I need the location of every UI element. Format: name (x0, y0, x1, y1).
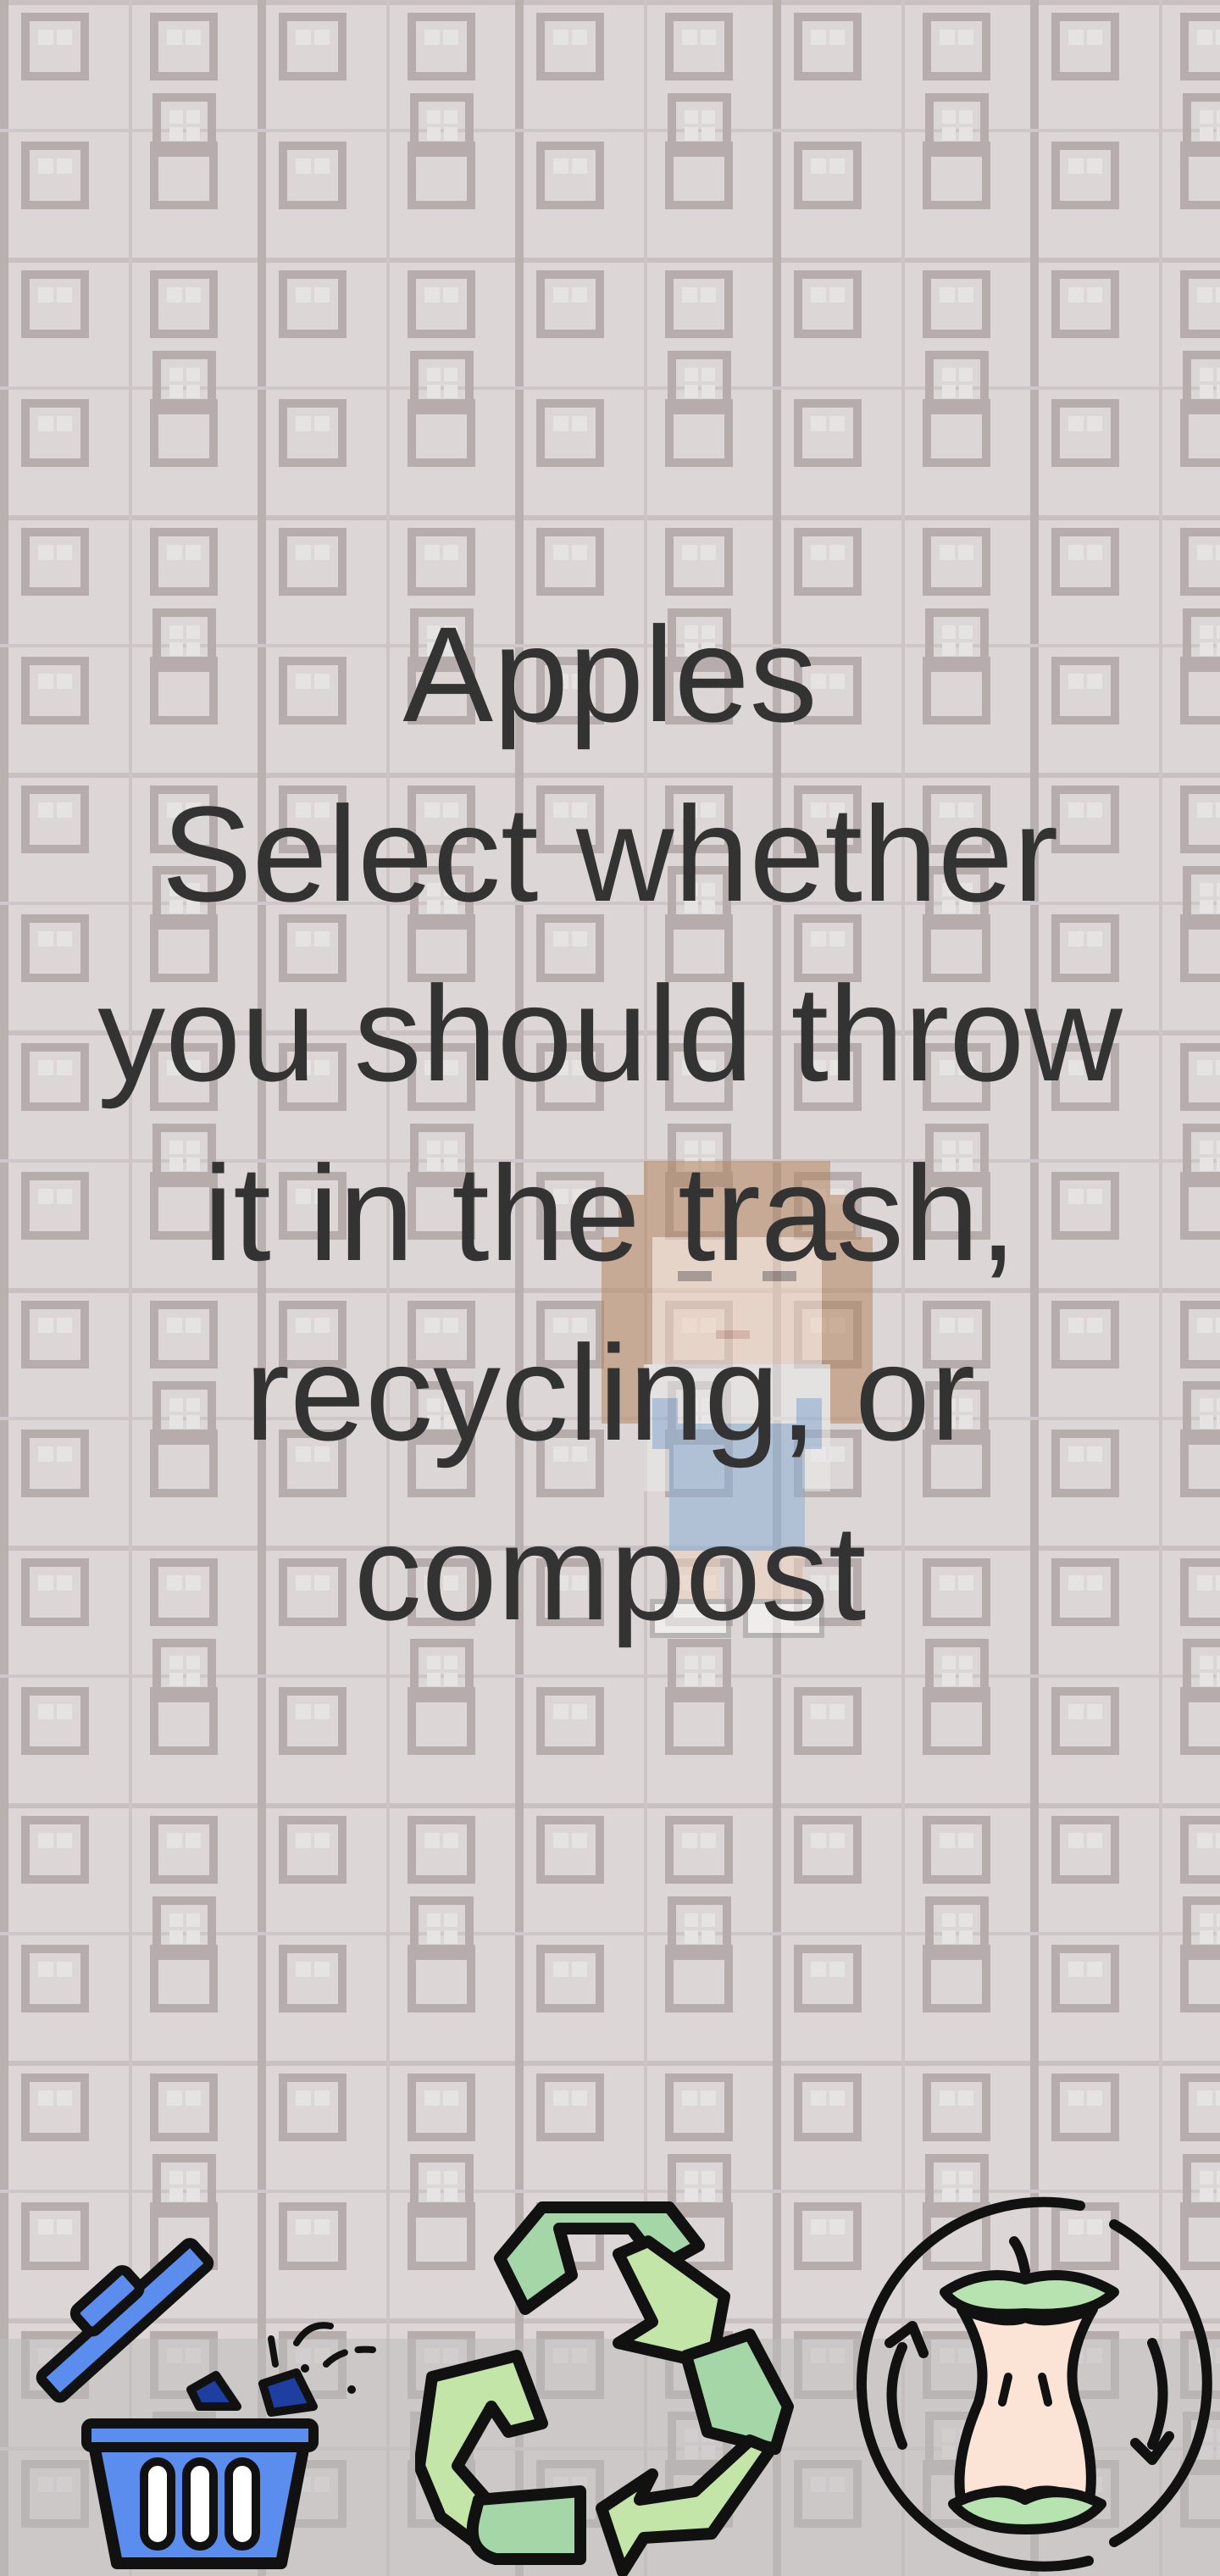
instruction-line-1: Select whether (161, 778, 1059, 930)
recycling-button[interactable] (415, 2195, 805, 2576)
recycle-icon (415, 2201, 794, 2576)
game-board: Apples Select whether you should throw i… (0, 0, 1220, 2576)
instruction-line-5: compost (353, 1496, 867, 1648)
apple-core-compost-icon (857, 2196, 1212, 2572)
instruction-line-3: it in the trash, (202, 1137, 1018, 1289)
instruction-line-2: you should throw (97, 958, 1123, 1109)
compost-button[interactable] (835, 2190, 1220, 2576)
item-name: Apples (402, 598, 818, 750)
trash-button[interactable] (17, 2199, 390, 2576)
instruction-line-4: recycling, or (244, 1317, 976, 1468)
trash-can-icon (36, 2238, 376, 2569)
question-prompt: Apples Select whether you should throw i… (17, 585, 1203, 1663)
